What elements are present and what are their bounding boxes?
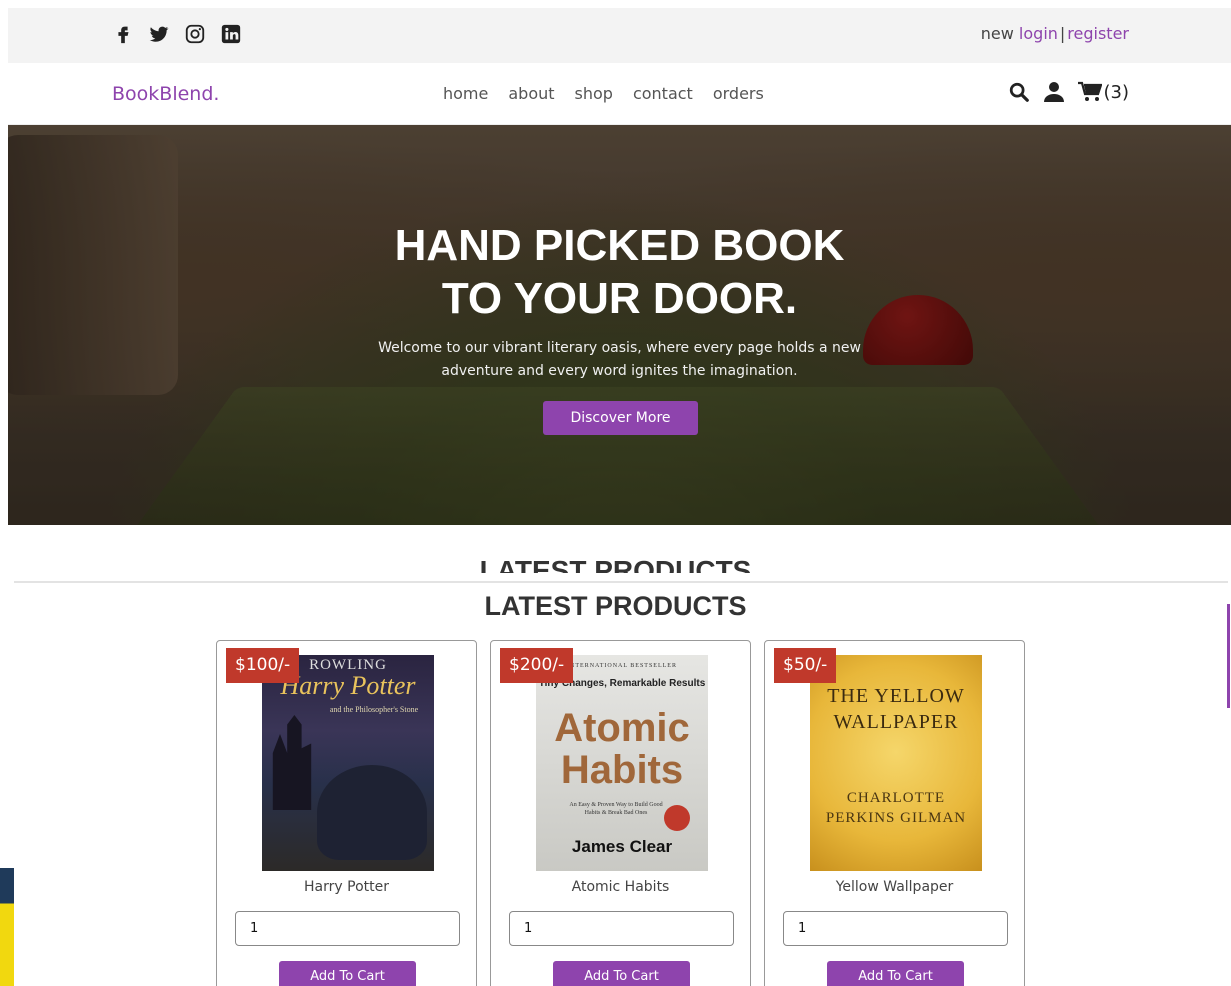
add-to-cart-button[interactable]: Add To Cart bbox=[279, 961, 416, 986]
logo[interactable]: BookBlend. bbox=[112, 83, 219, 105]
add-to-cart-button[interactable]: Add To Cart bbox=[553, 961, 690, 986]
social-links bbox=[112, 23, 242, 45]
section-divider bbox=[14, 581, 1228, 583]
product-name: Atomic Habits bbox=[571, 879, 670, 895]
product-card-yellow-wallpaper: $50/- THE YELLOW WALLPAPER CHARLOTTE PER… bbox=[764, 640, 1025, 986]
cover-hagrid-illustration bbox=[317, 765, 427, 860]
linkedin-icon[interactable] bbox=[220, 23, 242, 45]
top-bar: new login | register bbox=[8, 8, 1231, 63]
cart-icon bbox=[1077, 81, 1102, 103]
cover-subtitle: An Easy & Proven Way to Build Good Habit… bbox=[569, 802, 663, 816]
book-cover-atomic-habits[interactable]: INTERNATIONAL BESTSELLER Tiny Changes, R… bbox=[536, 655, 708, 871]
login-link[interactable]: login bbox=[1019, 24, 1058, 43]
price-badge: $200/- bbox=[500, 648, 574, 683]
discover-more-button[interactable]: Discover More bbox=[543, 401, 698, 435]
quantity-input[interactable] bbox=[235, 911, 460, 946]
main-header: BookBlend. home about shop contact order… bbox=[8, 63, 1231, 125]
quantity-input[interactable] bbox=[783, 911, 1008, 946]
product-card-atomic-habits: $200/- INTERNATIONAL BESTSELLER Tiny Cha… bbox=[490, 640, 751, 986]
cover-castle-illustration bbox=[272, 715, 312, 810]
cover-author: James Clear bbox=[571, 837, 673, 856]
cover-title: THE YELLOW WALLPAPER bbox=[827, 685, 965, 733]
price-badge: $50/- bbox=[774, 648, 837, 683]
nav-item-shop[interactable]: shop bbox=[575, 84, 613, 103]
main-nav: home about shop contact orders bbox=[443, 84, 764, 103]
header-icons: (3) bbox=[1008, 81, 1130, 103]
hero-title: HAND PICKED BOOK TO YOUR DOOR. bbox=[8, 219, 1231, 325]
twitter-icon[interactable] bbox=[148, 23, 170, 45]
nav-item-about[interactable]: about bbox=[508, 84, 554, 103]
nav-item-contact[interactable]: contact bbox=[633, 84, 693, 103]
hero-banner: HAND PICKED BOOK TO YOUR DOOR. Welcome t… bbox=[8, 125, 1231, 525]
register-link[interactable]: register bbox=[1067, 24, 1129, 43]
product-card-harry-potter: $100/- ROWLING Harry Potter and the Phil… bbox=[216, 640, 477, 986]
price-badge: $100/- bbox=[226, 648, 300, 683]
auth-separator: | bbox=[1059, 24, 1066, 43]
facebook-icon[interactable] bbox=[112, 23, 134, 45]
add-to-cart-button[interactable]: Add To Cart bbox=[827, 961, 964, 986]
hero-overlay bbox=[8, 125, 1231, 525]
corner-decoration bbox=[0, 868, 14, 986]
sticky-section-title: LATEST PRODUCTS bbox=[479, 555, 752, 573]
search-icon[interactable] bbox=[1008, 81, 1030, 103]
book-cover-yellow-wallpaper[interactable]: THE YELLOW WALLPAPER CHARLOTTE PERKINS G… bbox=[810, 655, 982, 871]
cover-title: Atomic Habits bbox=[554, 706, 690, 792]
cover-author: CHARLOTTE PERKINS GILMAN bbox=[825, 790, 967, 826]
section-title: LATEST PRODUCTS bbox=[484, 591, 747, 621]
hero-title-line1: HAND PICKED BOOK bbox=[394, 221, 845, 270]
auth-links: new login | register bbox=[981, 24, 1129, 43]
quantity-input[interactable] bbox=[509, 911, 734, 946]
user-icon[interactable] bbox=[1043, 81, 1064, 103]
product-name: Yellow Wallpaper bbox=[835, 879, 954, 895]
page: new login | register BookBlend. home about… bbox=[0, 0, 1231, 986]
hero-title-line2: TO YOUR DOOR. bbox=[441, 274, 798, 323]
scroll-indicator bbox=[1227, 604, 1230, 708]
nav-item-orders[interactable]: orders bbox=[713, 84, 764, 103]
cart-count: (3) bbox=[1103, 81, 1130, 103]
cover-subtitle: and the Philosopher's Stone bbox=[329, 705, 419, 714]
product-name: Harry Potter bbox=[304, 879, 389, 895]
cart-button[interactable]: (3) bbox=[1077, 81, 1130, 103]
auth-prefix: new bbox=[980, 24, 1014, 43]
instagram-icon[interactable] bbox=[184, 23, 206, 45]
nav-item-home[interactable]: home bbox=[443, 84, 488, 103]
hero-text: Welcome to our vibrant literary oasis, w… bbox=[378, 340, 861, 379]
book-cover-harry-potter[interactable]: ROWLING Harry Potter and the Philosopher… bbox=[262, 655, 434, 871]
cover-seal bbox=[664, 805, 690, 831]
